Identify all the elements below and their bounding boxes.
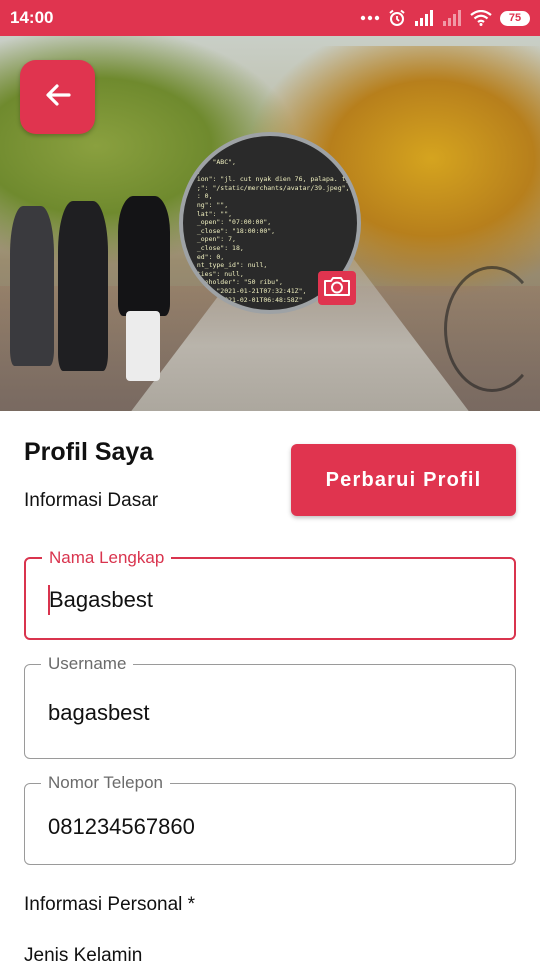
photo-bicycles xyxy=(444,266,540,392)
update-profile-button[interactable]: Perbarui Profil xyxy=(291,444,516,516)
basic-info-label: Informasi Dasar xyxy=(24,490,159,511)
avatar-container: "ABC", , ion": "jl. cut nyak dien 76, pa… xyxy=(179,132,361,314)
phone-label: Nomor Telepon xyxy=(41,772,170,794)
change-avatar-button[interactable] xyxy=(318,271,356,305)
code-line: : 0, xyxy=(189,192,213,201)
username-label: Username xyxy=(41,653,134,675)
arrow-left-icon xyxy=(43,80,73,115)
gender-label: Jenis Kelamin xyxy=(24,945,143,966)
page-title: Profil Saya xyxy=(24,438,154,466)
full-name-label: Nama Lengkap xyxy=(42,547,172,569)
photo-person xyxy=(10,206,54,366)
back-button[interactable] xyxy=(20,60,95,134)
personal-info-label: Informasi Personal * xyxy=(24,894,196,915)
signal-icon xyxy=(414,10,434,26)
status-icons: 75 xyxy=(360,9,530,27)
code-line: _close": 18, xyxy=(189,243,244,252)
photo-person-legs xyxy=(126,311,160,381)
status-time: 14:00 xyxy=(10,8,54,27)
code-line: ;": "/static/merchants/avatar/39.jpeg", xyxy=(189,183,350,192)
code-line: nt_type_id": null, xyxy=(189,261,268,270)
alarm-icon xyxy=(388,9,406,27)
username-field[interactable]: Username bagasbest xyxy=(24,653,516,759)
code-line: ed": 0, xyxy=(189,252,225,261)
battery-icon: 75 xyxy=(500,10,530,26)
code-line: lat": "", xyxy=(189,209,233,218)
wifi-icon xyxy=(470,10,492,26)
code-line: _open": 7, xyxy=(189,235,236,244)
signal-weak-icon xyxy=(442,10,462,26)
phone-value[interactable]: 081234567860 xyxy=(48,814,195,840)
status-bar: 14:00 75 xyxy=(0,0,540,36)
code-line: _close": "18:00:00", xyxy=(189,226,276,235)
more-dots-icon xyxy=(360,15,380,21)
code-line: , xyxy=(189,166,201,175)
photo-person xyxy=(118,196,170,316)
username-value[interactable]: bagasbest xyxy=(48,700,150,726)
code-line: "ABC", xyxy=(189,158,236,166)
code-line: ng": "", xyxy=(189,200,229,209)
phone-field[interactable]: Nomor Telepon 081234567860 xyxy=(24,772,516,865)
photo-person xyxy=(58,201,108,371)
camera-icon xyxy=(323,275,351,302)
full-name-field[interactable]: Nama Lengkap Bagasbest xyxy=(24,547,516,640)
full-name-value[interactable]: Bagasbest xyxy=(49,587,153,613)
code-line: ion": "jl. cut nyak dien 76, palapa. tj.… xyxy=(196,175,361,184)
code-line: _open": "07:00:00", xyxy=(189,218,272,227)
